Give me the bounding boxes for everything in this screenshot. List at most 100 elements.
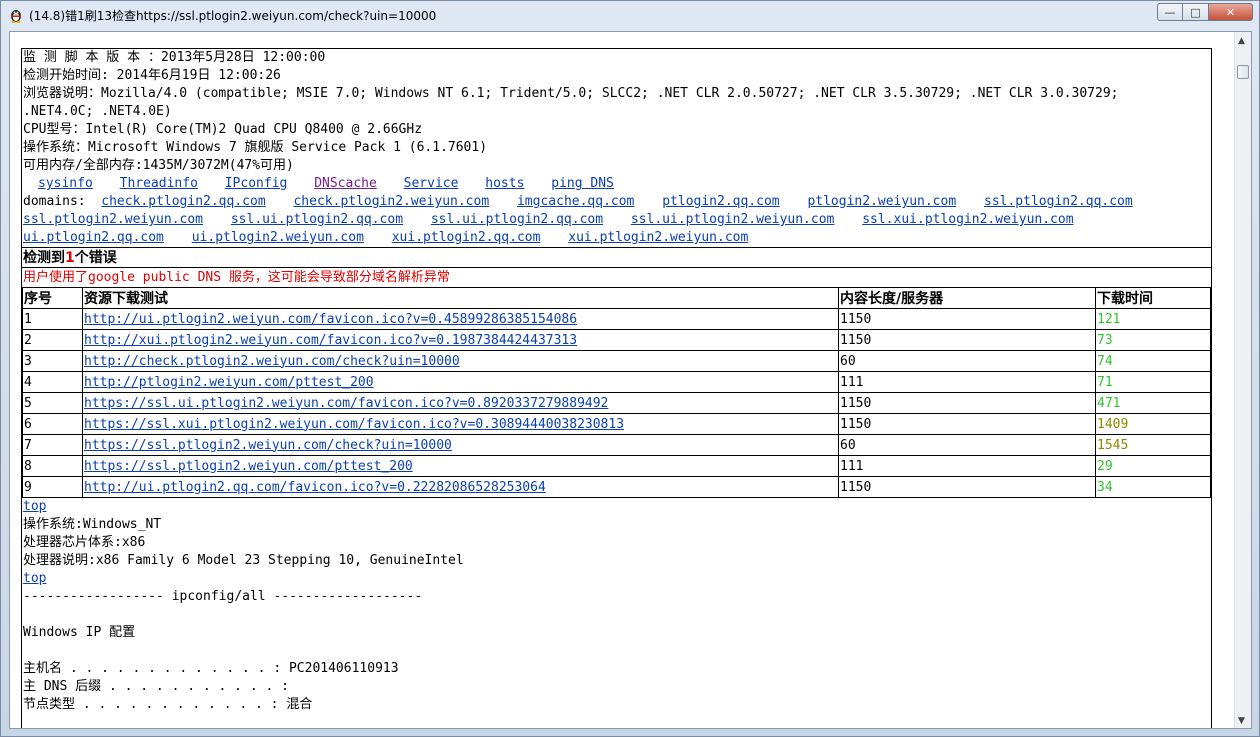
scroll-thumb[interactable] [1237, 65, 1249, 79]
error-suffix: 个错误 [74, 250, 117, 266]
row-download-time: 71 [1095, 371, 1211, 393]
row-index: 8 [22, 455, 83, 477]
os-info: 操作系统：Microsoft Windows 7 旗舰版 Service Pac… [23, 140, 488, 155]
ipconfig-hostname: 主机名 . . . . . . . . . . . . . : PC201406… [23, 661, 399, 676]
col-header-index: 序号 [22, 287, 83, 309]
row-url-link[interactable]: https://ssl.xui.ptlogin2.weiyun.com/favi… [84, 417, 624, 432]
browser-info: 浏览器说明：Mozilla/4.0 (compatible; MSIE 7.0;… [23, 86, 1119, 101]
error-message: 用户使用了google public DNS 服务，这可能会导致部分域名解析异常 [22, 267, 1211, 287]
row-index: 2 [22, 329, 83, 351]
sys-os: 操作系统:Windows_NT [23, 517, 162, 532]
window-controls: — □ ✕ [1157, 3, 1253, 21]
row-url-link[interactable]: http://check.ptlogin2.weiyun.com/check?u… [84, 354, 460, 369]
error-count: 1 [65, 250, 75, 266]
table-row: 3 http://check.ptlogin2.weiyun.com/check?… [22, 350, 1211, 372]
row-index: 9 [22, 476, 83, 498]
domain-link[interactable]: xui.ptlogin2.qq.com [392, 230, 541, 245]
close-button[interactable]: ✕ [1209, 3, 1253, 21]
domain-link[interactable]: imgcache.qq.com [517, 194, 634, 209]
maximize-button[interactable]: □ [1183, 3, 1209, 21]
table-row: 7 https://ssl.ptlogin2.weiyun.com/check?u… [22, 434, 1211, 456]
row-index: 1 [22, 308, 83, 330]
domain-link[interactable]: ssl.ui.ptlogin2.qq.com [431, 212, 603, 227]
sys-arch: 处理器芯片体系:x86 [23, 535, 146, 550]
row-download-time: 74 [1095, 350, 1211, 372]
domain-link[interactable]: check.ptlogin2.weiyun.com [293, 194, 489, 209]
minimize-button[interactable]: — [1157, 3, 1183, 21]
row-index: 3 [22, 350, 83, 372]
table-row: 2 http://xui.ptlogin2.weiyun.com/favicon.… [22, 329, 1211, 351]
domain-link[interactable]: check.ptlogin2.qq.com [101, 194, 265, 209]
browser-info-cont: .NET4.0C; .NET4.0E) [23, 104, 172, 119]
ipconfig-header: ------------------ ipconfig/all --------… [23, 589, 423, 604]
sys-cpu-desc: 处理器说明:x86 Family 6 Model 23 Stepping 10,… [23, 553, 464, 568]
nav-link-ping-dns[interactable]: ping DNS [551, 176, 614, 191]
report-document: 监 测 脚 本 版 本 ：2013年5月28日 12:00:00 检测开始时间:… [21, 48, 1212, 728]
nav-link-threadinfo[interactable]: Threadinfo [120, 176, 198, 191]
row-url-cell: https://ssl.ui.ptlogin2.weiyun.com/favic… [82, 392, 839, 414]
domains-row-2: ssl.ptlogin2.weiyun.com ssl.ui.ptlogin2.… [22, 211, 1211, 229]
domain-link[interactable]: ui.ptlogin2.qq.com [23, 230, 164, 245]
table-row: 9 http://ui.ptlogin2.qq.com/favicon.ico?v… [22, 476, 1211, 498]
row-url-link[interactable]: http://ui.ptlogin2.qq.com/favicon.ico?v=… [84, 480, 546, 495]
row-download-time: 29 [1095, 455, 1211, 477]
row-url-cell: http://xui.ptlogin2.weiyun.com/favicon.i… [82, 329, 839, 351]
domains-label: domains: [23, 194, 86, 209]
scroll-up-icon[interactable]: ▲ [1238, 36, 1245, 46]
qq-penguin-icon [11, 10, 21, 23]
row-length: 60 [838, 434, 1096, 456]
nav-link-ipconfig[interactable]: IPconfig [225, 176, 288, 191]
table-row: 4 http://ptlogin2.weiyun.com/pttest_200 11… [22, 371, 1211, 393]
table-row: 6 https://ssl.xui.ptlogin2.weiyun.com/fav… [22, 413, 1211, 435]
scroll-down-icon[interactable]: ▼ [1238, 716, 1245, 726]
row-index: 5 [22, 392, 83, 414]
table-row: 8 https://ssl.ptlogin2.weiyun.com/pttest_… [22, 455, 1211, 477]
row-url-cell: https://ssl.ptlogin2.weiyun.com/pttest_2… [82, 455, 839, 477]
start-time: 检测开始时间: 2014年6月19日 12:00:26 [23, 68, 281, 83]
table-row: 5 https://ssl.ui.ptlogin2.weiyun.com/favi… [22, 392, 1211, 414]
nav-link-dnscache[interactable]: DNScache [314, 176, 377, 191]
table-row: 1 http://ui.ptlogin2.weiyun.com/favicon.i… [22, 308, 1211, 330]
row-url-link[interactable]: http://ptlogin2.weiyun.com/pttest_200 [84, 375, 374, 390]
nav-link-hosts[interactable]: hosts [485, 176, 524, 191]
row-url-link[interactable]: https://ssl.ptlogin2.weiyun.com/check?ui… [84, 438, 452, 453]
row-url-cell: http://ptlogin2.weiyun.com/pttest_200 [82, 371, 839, 393]
domain-link[interactable]: ssl.ui.ptlogin2.qq.com [231, 212, 403, 227]
row-length: 60 [838, 350, 1096, 372]
error-summary: 检测到1个错误 [22, 247, 1211, 267]
domain-link[interactable]: ssl.xui.ptlogin2.weiyun.com [862, 212, 1073, 227]
row-url-link[interactable]: http://xui.ptlogin2.weiyun.com/favicon.i… [84, 333, 577, 348]
title-bar[interactable]: (14.8)错1刷13检查https://ssl.ptlogin2.weiyun… [1, 1, 1259, 29]
row-url-link[interactable]: https://ssl.ptlogin2.weiyun.com/pttest_2… [84, 459, 413, 474]
domains-row-3: ui.ptlogin2.qq.com ui.ptlogin2.weiyun.co… [22, 229, 1211, 247]
top-link[interactable]: top [22, 570, 1211, 588]
browser-window: (14.8)错1刷13检查https://ssl.ptlogin2.weiyun… [0, 0, 1260, 737]
domain-link[interactable]: ssl.ptlogin2.qq.com [984, 194, 1133, 209]
row-download-time: 121 [1095, 308, 1211, 330]
section-nav: sysinfo Threadinfo IPconfig DNScache Ser… [22, 175, 1211, 193]
top-link[interactable]: top [22, 498, 1211, 516]
nav-link-service[interactable]: Service [404, 176, 459, 191]
row-download-time: 471 [1095, 392, 1211, 414]
col-header-resource: 资源下载测试 [82, 287, 839, 309]
row-url-link[interactable]: http://ui.ptlogin2.weiyun.com/favicon.ic… [84, 312, 577, 327]
download-test-table: 序号 资源下载测试 内容长度/服务器 下载时间 1 http://ui.ptlog… [22, 287, 1211, 498]
row-index: 4 [22, 371, 83, 393]
domain-link[interactable]: ptlogin2.qq.com [662, 194, 779, 209]
domain-link[interactable]: ssl.ui.ptlogin2.weiyun.com [631, 212, 835, 227]
row-url-cell: https://ssl.xui.ptlogin2.weiyun.com/favi… [82, 413, 839, 435]
vertical-scrollbar[interactable]: ▲ ▼ [1234, 32, 1251, 728]
domain-link[interactable]: xui.ptlogin2.weiyun.com [568, 230, 748, 245]
row-url-cell: http://ui.ptlogin2.qq.com/favicon.ico?v=… [82, 476, 839, 498]
row-length: 1150 [838, 329, 1096, 351]
domain-link[interactable]: ssl.ptlogin2.weiyun.com [23, 212, 203, 227]
domain-link[interactable]: ui.ptlogin2.weiyun.com [192, 230, 364, 245]
ipconfig-node-type: 节点类型 . . . . . . . . . . . . : 混合 [23, 697, 313, 712]
row-length: 1150 [838, 392, 1096, 414]
row-url-cell: http://ui.ptlogin2.weiyun.com/favicon.ic… [82, 308, 839, 330]
row-length: 1150 [838, 413, 1096, 435]
domain-link[interactable]: ptlogin2.weiyun.com [807, 194, 956, 209]
row-url-link[interactable]: https://ssl.ui.ptlogin2.weiyun.com/favic… [84, 396, 608, 411]
nav-link-sysinfo[interactable]: sysinfo [38, 176, 93, 191]
row-length: 1150 [838, 476, 1096, 498]
